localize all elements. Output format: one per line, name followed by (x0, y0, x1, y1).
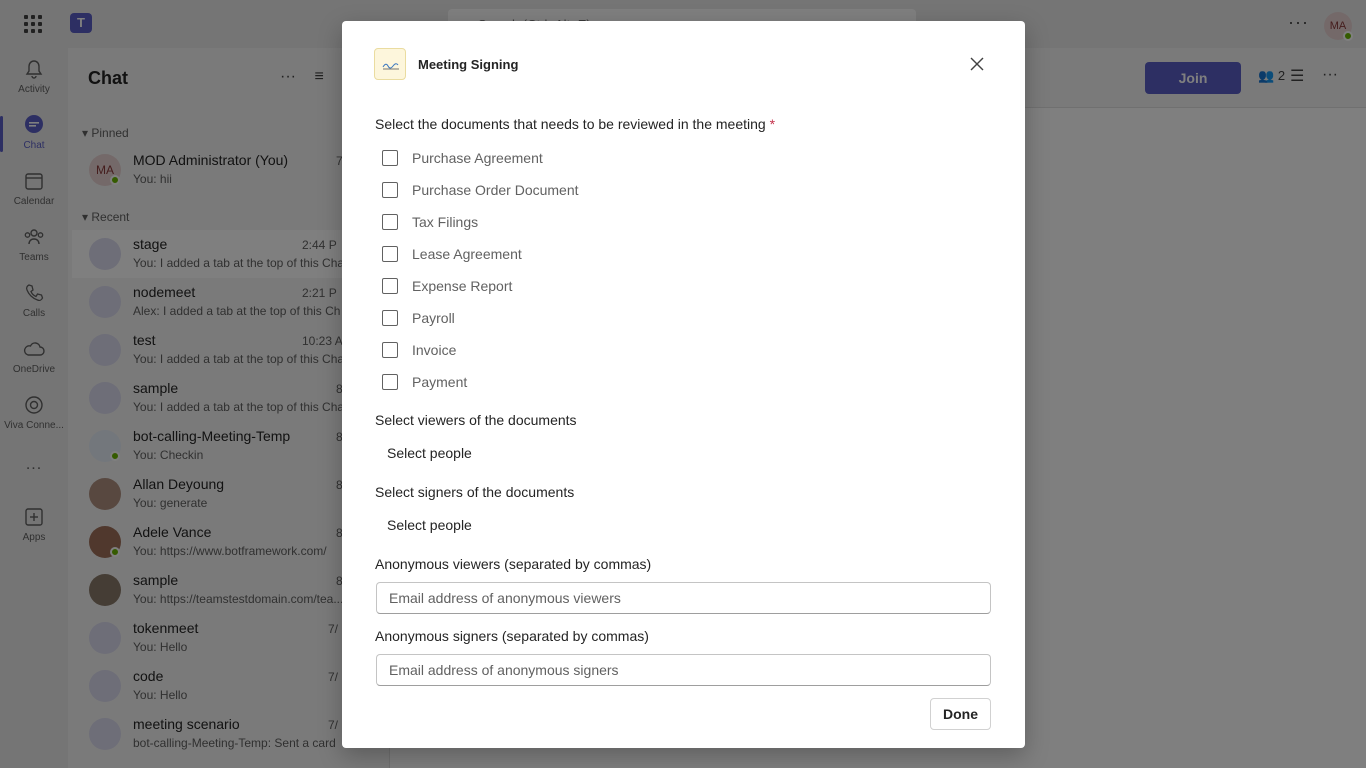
required-indicator: * (769, 116, 776, 132)
documents-question-label: Select the documents that needs to be re… (375, 116, 775, 132)
viewers-label: Select viewers of the documents (375, 412, 577, 428)
done-button[interactable]: Done (930, 698, 991, 730)
documents-label-text: Select the documents that needs to be re… (375, 116, 766, 132)
checkbox-label: Invoice (412, 342, 457, 358)
checkbox-label: Tax Filings (412, 214, 479, 230)
anonymous-viewers-input[interactable] (376, 582, 991, 614)
checkbox-label: Purchase Order Document (412, 182, 579, 198)
checkbox[interactable] (382, 310, 398, 326)
anonymous-viewers-label: Anonymous viewers (separated by commas) (375, 556, 652, 572)
meeting-signing-dialog: Meeting Signing Select the documents tha… (342, 21, 1025, 748)
meeting-signing-app-icon (374, 48, 406, 80)
signers-people-picker[interactable]: Select people (387, 517, 472, 533)
checkbox-label: Payment (412, 374, 468, 390)
checkbox[interactable] (382, 342, 398, 358)
checkbox-label: Lease Agreement (412, 246, 522, 262)
checkbox[interactable] (382, 278, 398, 294)
close-button[interactable] (962, 51, 992, 77)
anonymous-signers-input[interactable] (376, 654, 991, 686)
signers-label: Select signers of the documents (375, 484, 575, 500)
viewers-people-picker[interactable]: Select people (387, 445, 472, 461)
checkbox-label: Payroll (412, 310, 455, 326)
checkbox[interactable] (382, 150, 398, 166)
checkbox[interactable] (382, 374, 398, 390)
dialog-title: Meeting Signing (418, 57, 519, 72)
anonymous-signers-label: Anonymous signers (separated by commas) (375, 628, 649, 644)
checkbox[interactable] (382, 246, 398, 262)
checkbox[interactable] (382, 214, 398, 230)
checkbox[interactable] (382, 182, 398, 198)
close-icon (970, 57, 984, 71)
checkbox-label: Purchase Agreement (412, 150, 543, 166)
checkbox-label: Expense Report (412, 278, 513, 294)
